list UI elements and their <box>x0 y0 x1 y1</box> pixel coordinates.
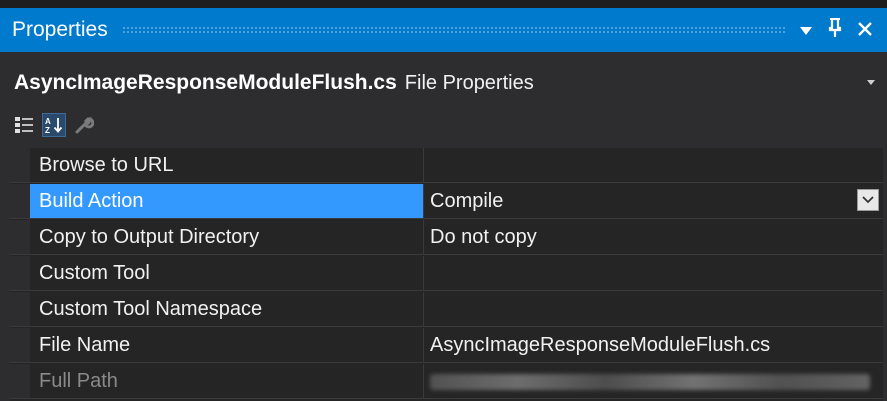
property-row-file-name[interactable]: File Name AsyncImageResponseModuleFlush.… <box>10 328 883 363</box>
object-selector[interactable]: AsyncImageResponseModuleFlush.cs File Pr… <box>0 64 887 102</box>
chevron-down-icon <box>862 196 874 204</box>
top-edge <box>0 0 887 8</box>
object-name: AsyncImageResponseModuleFlush.cs <box>14 71 397 94</box>
row-margin <box>10 148 30 182</box>
build-action-value: Compile <box>430 189 504 212</box>
property-value[interactable] <box>424 148 883 182</box>
row-margin <box>10 364 30 398</box>
svg-text:A: A <box>45 117 51 126</box>
property-value[interactable]: Compile <box>424 184 883 218</box>
property-grid: Browse to URL Build Action Compile Copy … <box>10 148 883 401</box>
categorized-icon[interactable] <box>12 113 36 137</box>
property-row-build-action[interactable]: Build Action Compile <box>10 184 883 219</box>
property-name: Custom Tool <box>30 256 424 290</box>
row-margin <box>10 184 30 218</box>
property-name: Custom Tool Namespace <box>30 292 424 326</box>
chevron-down-icon[interactable] <box>867 74 875 88</box>
property-row-browse-to-url[interactable]: Browse to URL <box>10 148 883 183</box>
property-value[interactable] <box>424 256 883 290</box>
property-name: File Name <box>30 328 424 362</box>
row-margin <box>10 220 30 254</box>
build-action-dropdown-button[interactable] <box>857 189 879 211</box>
property-row-custom-tool[interactable]: Custom Tool <box>10 256 883 291</box>
property-row-full-path[interactable]: Full Path <box>10 364 883 399</box>
properties-toolbar: A Z <box>0 106 887 144</box>
property-value[interactable]: Do not copy <box>424 220 883 254</box>
wrench-icon[interactable] <box>72 113 96 137</box>
row-margin <box>10 292 30 326</box>
property-name: Build Action <box>30 184 424 218</box>
property-name: Full Path <box>30 364 424 398</box>
property-value[interactable] <box>424 292 883 326</box>
object-type: File Properties <box>404 71 534 94</box>
property-name: Browse to URL <box>30 148 424 182</box>
property-value[interactable]: AsyncImageResponseModuleFlush.cs <box>424 328 883 362</box>
drag-grip[interactable] <box>121 26 785 34</box>
window-position-dropdown-icon[interactable] <box>799 21 813 39</box>
properties-title-bar[interactable]: Properties <box>0 8 887 52</box>
property-row-copy-to-output-directory[interactable]: Copy to Output Directory Do not copy <box>10 220 883 255</box>
svg-text:Z: Z <box>45 126 50 135</box>
alphabetical-icon[interactable]: A Z <box>42 113 66 137</box>
row-margin <box>10 328 30 362</box>
property-name: Copy to Output Directory <box>30 220 424 254</box>
redacted-path <box>430 374 870 390</box>
pin-icon[interactable] <box>827 17 843 42</box>
panel-title: Properties <box>12 18 108 41</box>
row-margin <box>10 256 30 290</box>
close-icon[interactable] <box>857 19 873 41</box>
property-value[interactable] <box>424 364 883 398</box>
property-row-custom-tool-namespace[interactable]: Custom Tool Namespace <box>10 292 883 327</box>
